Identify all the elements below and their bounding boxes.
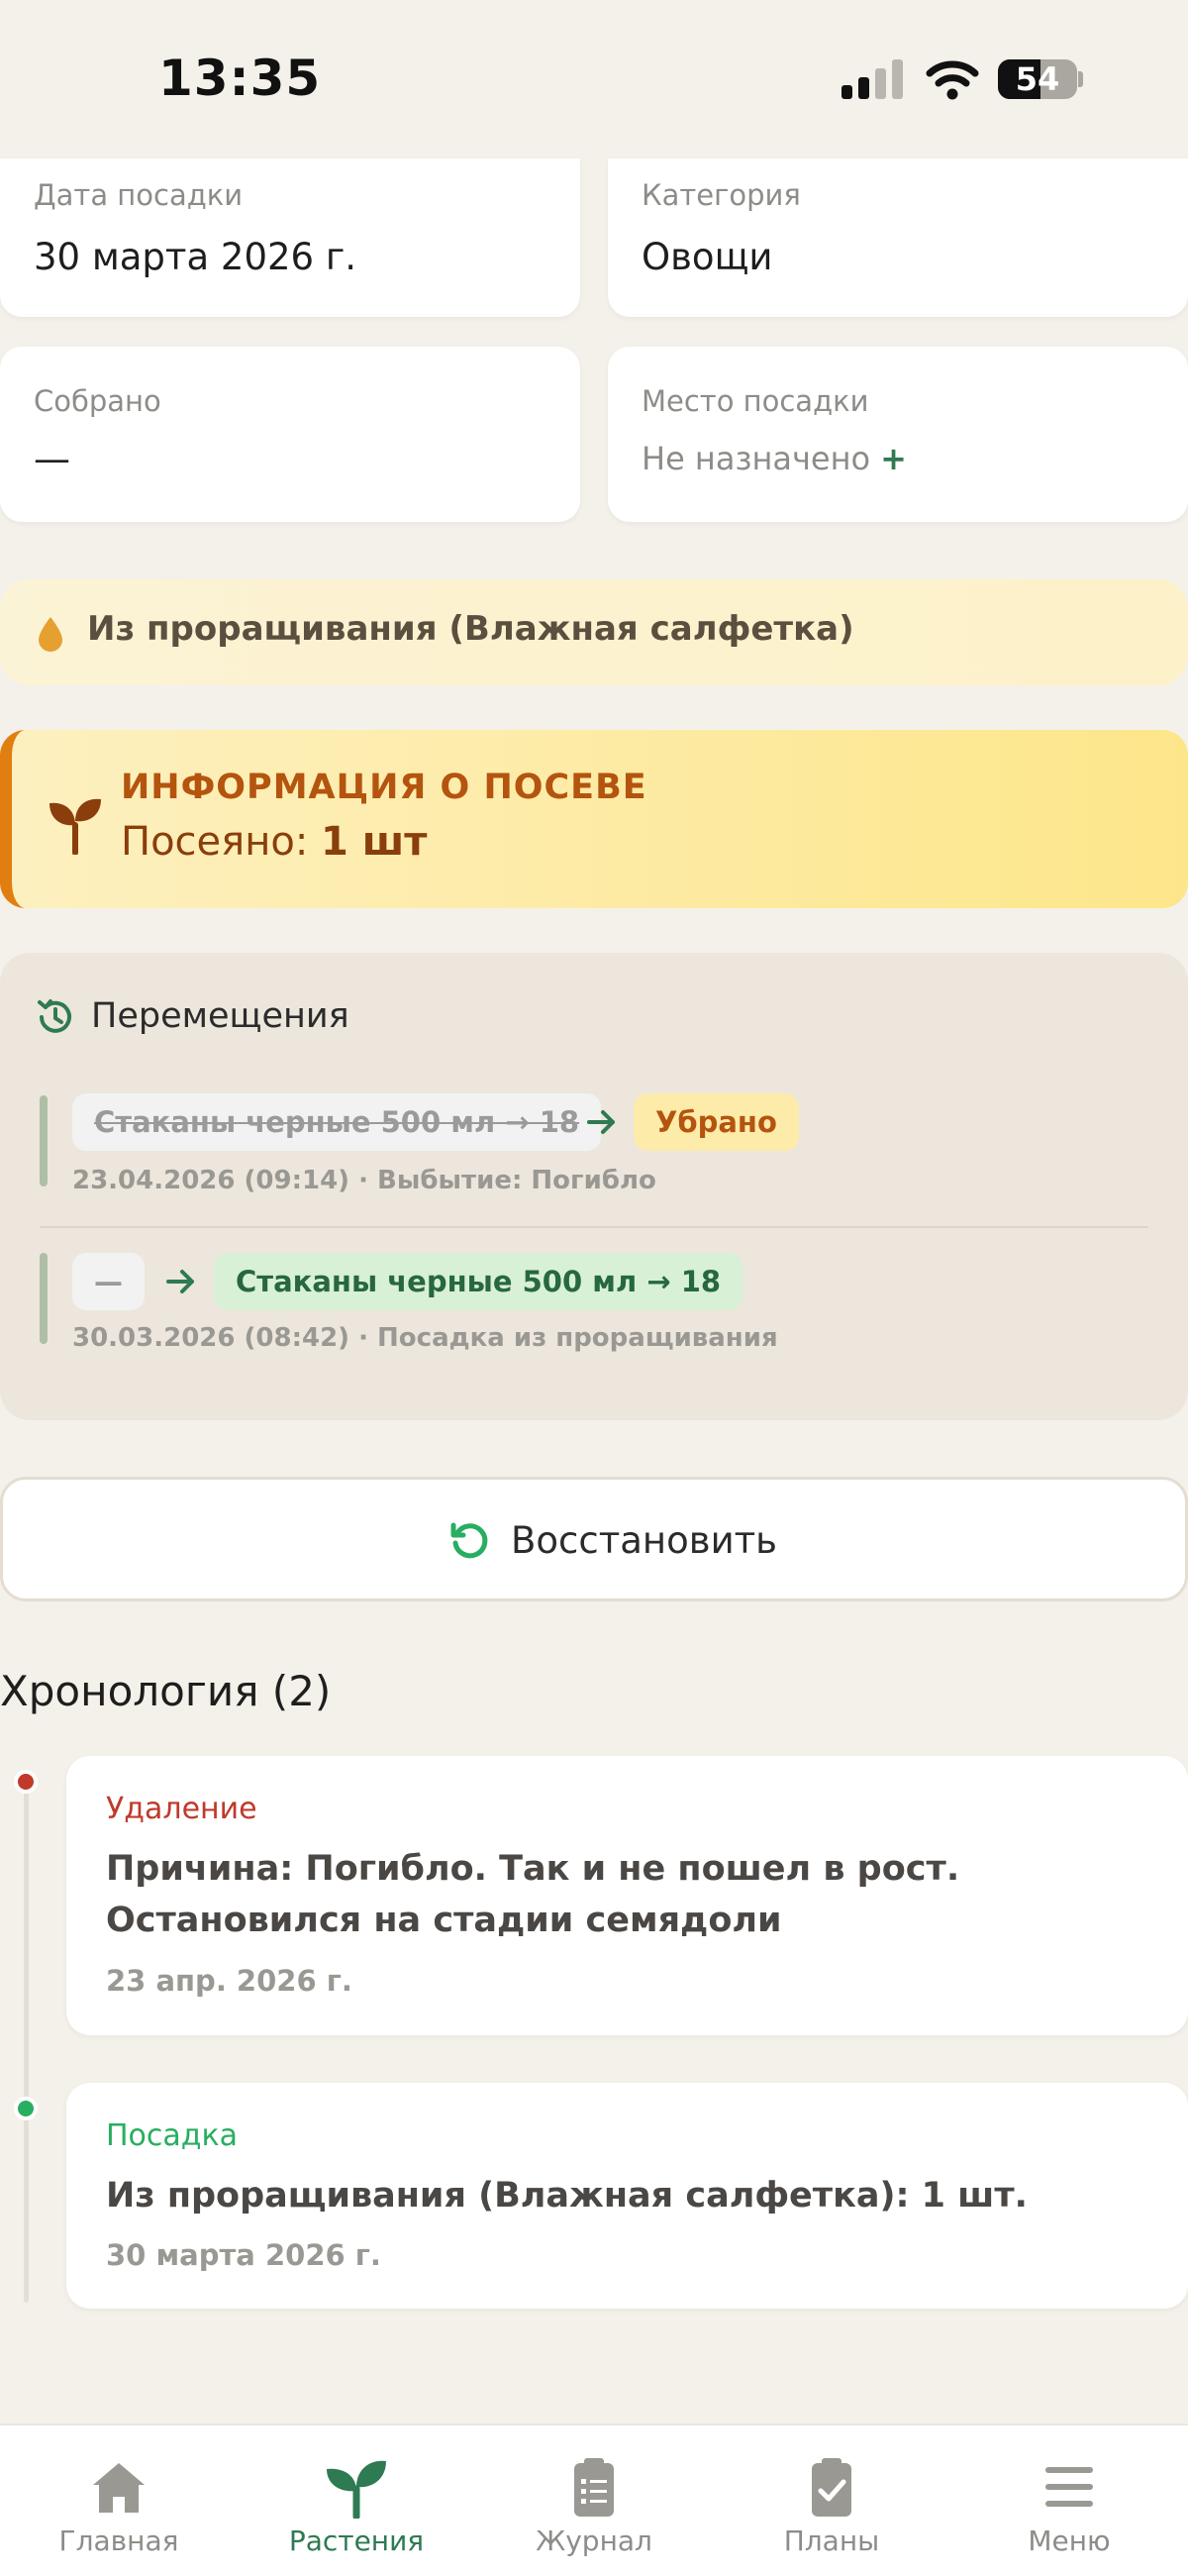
movement-separator bbox=[40, 1226, 1148, 1228]
home-icon bbox=[93, 2463, 145, 2513]
tab-plants[interactable]: Растения bbox=[238, 2425, 475, 2576]
timeline-event-card: Посадка Из проращивания (Влажная салфетк… bbox=[66, 2083, 1188, 2309]
tab-label: Планы bbox=[783, 2524, 880, 2557]
location-label: Место посадки bbox=[642, 384, 869, 418]
cellular-signal-icon bbox=[842, 59, 905, 99]
sprout-icon bbox=[327, 2460, 386, 2519]
category-label: Категория bbox=[642, 178, 801, 212]
planting-date-label: Дата посадки bbox=[34, 178, 244, 212]
sowing-count-label: Посеяно: bbox=[121, 819, 309, 865]
timeline-event-date: 23 апр. 2026 г. bbox=[106, 1964, 352, 1998]
tab-label: Журнал bbox=[536, 2524, 652, 2557]
restore-button-label: Восстановить bbox=[511, 1519, 777, 1562]
status-bar: 13:35 54 bbox=[0, 0, 1188, 158]
movement-bar bbox=[40, 1253, 48, 1344]
timeline-dot-planting bbox=[14, 2097, 38, 2120]
add-location-icon[interactable]: + bbox=[880, 440, 907, 477]
sowing-info-card: ИНФОРМАЦИЯ О ПОСЕВЕ Посеяно: 1 шт bbox=[0, 730, 1188, 908]
location-card[interactable]: Место посадки Не назначено + bbox=[608, 347, 1188, 522]
battery-cap bbox=[1078, 71, 1083, 87]
sowing-info-line: Посеяно: 1 шт bbox=[121, 819, 427, 865]
movement-from-chip: — bbox=[72, 1253, 145, 1310]
timeline-title: Хронология (2) bbox=[0, 1667, 332, 1715]
harvested-value: — bbox=[34, 438, 70, 480]
arrow-right-icon bbox=[587, 1110, 615, 1134]
movement-meta: 23.04.2026 (09:14) · Выбытие: Погибло bbox=[72, 1166, 656, 1195]
location-value-text: Не назначено bbox=[642, 440, 871, 477]
arrow-right-icon bbox=[166, 1270, 194, 1293]
menu-icon bbox=[1045, 2467, 1093, 2507]
movement-to-chip: Стаканы черные 500 мл → 18 bbox=[214, 1253, 743, 1310]
harvested-card: Собрано — bbox=[0, 347, 580, 522]
sowing-count-value: 1 шт bbox=[321, 819, 428, 865]
planting-date-card: Дата посадки 30 марта 2026 г. bbox=[0, 158, 580, 317]
category-value: Овощи bbox=[642, 236, 773, 278]
location-value[interactable]: Не назначено + bbox=[642, 440, 907, 477]
battery-icon: 54 bbox=[998, 59, 1077, 99]
clipboard-list-icon bbox=[574, 2458, 614, 2517]
tab-home[interactable]: Главная bbox=[0, 2425, 238, 2576]
timeline-event-type: Удаление bbox=[106, 1792, 257, 1826]
timeline-dot-delete bbox=[14, 1770, 38, 1794]
battery-level: 54 bbox=[1015, 60, 1060, 98]
wifi-icon bbox=[926, 60, 979, 100]
movement-bar bbox=[40, 1095, 48, 1186]
source-banner: Из проращивания (Влажная салфетка) bbox=[0, 579, 1188, 685]
timeline-event-type: Посадка bbox=[106, 2118, 239, 2153]
status-time: 13:35 bbox=[158, 50, 322, 107]
tab-label: Меню bbox=[1028, 2524, 1111, 2557]
timeline-line bbox=[24, 1783, 29, 2303]
water-drop-icon bbox=[39, 617, 62, 652]
movements-title: Перемещения bbox=[91, 996, 349, 1036]
movement-meta: 30.03.2026 (08:42) · Посадка из проращив… bbox=[72, 1323, 778, 1353]
restore-icon bbox=[450, 1522, 488, 1559]
movement-from-chip: Стаканы черные 500 мл → 18 bbox=[72, 1093, 602, 1151]
timeline-event-card: Удаление Причина: Погибло. Так и не поше… bbox=[66, 1756, 1188, 2035]
tab-journal[interactable]: Журнал bbox=[475, 2425, 713, 2576]
harvested-label: Собрано bbox=[34, 384, 161, 418]
source-banner-text: Из проращивания (Влажная салфетка) bbox=[87, 609, 854, 649]
planting-date-value: 30 марта 2026 г. bbox=[34, 236, 357, 278]
restore-button[interactable]: Восстановить bbox=[0, 1477, 1188, 1601]
category-card: Категория Овощи bbox=[608, 158, 1188, 317]
sprout-icon bbox=[50, 798, 101, 855]
tab-plans[interactable]: Планы bbox=[713, 2425, 950, 2576]
timeline-event-text: Из проращивания (Влажная салфетка): 1 шт… bbox=[106, 2176, 1028, 2215]
movements-section: Перемещения Стаканы черные 500 мл → 18 У… bbox=[0, 953, 1188, 1420]
sowing-info-title: ИНФОРМАЦИЯ О ПОСЕВЕ bbox=[121, 768, 647, 807]
timeline-event-date: 30 марта 2026 г. bbox=[106, 2238, 381, 2272]
movement-to-chip: Убрано bbox=[634, 1093, 799, 1151]
timeline-event-text: Причина: Погибло. Так и не пошел в рост.… bbox=[106, 1849, 960, 1940]
tab-label: Растения bbox=[288, 2524, 425, 2557]
bottom-tab-bar: Главная Растения Журнал Планы Меню bbox=[0, 2423, 1188, 2576]
tab-menu[interactable]: Меню bbox=[950, 2425, 1188, 2576]
tab-label: Главная bbox=[58, 2524, 179, 2557]
clipboard-check-icon bbox=[812, 2458, 851, 2517]
history-icon bbox=[38, 999, 71, 1033]
